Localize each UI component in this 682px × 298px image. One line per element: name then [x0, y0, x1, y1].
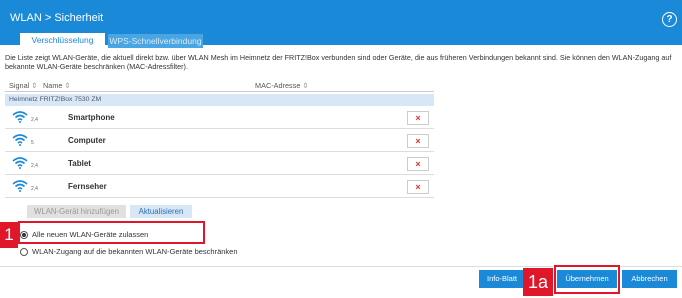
sort-icon: ⇕ — [64, 81, 71, 90]
device-name: Fernseher — [68, 182, 107, 191]
band-label: 2,4 — [31, 163, 38, 169]
table-row: 5 Computer × — [5, 129, 434, 152]
radio-label: WLAN-Zugang auf die bekannten WLAN-Gerät… — [32, 247, 238, 256]
sort-icon: ⇕ — [31, 81, 38, 90]
device-name: Tablet — [68, 159, 91, 168]
table-header: Signal ⇕ Name ⇕ MAC-Adresse ⇕ — [5, 79, 434, 92]
callout-badge: 1a — [523, 268, 553, 296]
radio-restrict[interactable]: WLAN-Zugang auf die bekannten WLAN-Gerät… — [20, 247, 238, 257]
device-name: Smartphone — [68, 113, 115, 122]
callout-badge: 1 — [0, 222, 18, 248]
add-device-button[interactable]: WLAN-Gerät hinzufügen — [27, 205, 126, 218]
delete-button[interactable]: × — [407, 157, 429, 171]
band-label: 2,4 — [31, 117, 38, 123]
cancel-button[interactable]: Abbrechen — [622, 270, 677, 288]
highlight-frame — [18, 221, 205, 244]
column-mac[interactable]: MAC-Adresse ⇕ — [255, 81, 309, 90]
device-table: Signal ⇕ Name ⇕ MAC-Adresse ⇕ Heimnetz F… — [5, 79, 434, 198]
radio-button[interactable] — [20, 248, 28, 257]
help-icon[interactable]: ? — [662, 12, 677, 27]
breadcrumb[interactable]: WLAN > Sicherheit — [10, 12, 103, 24]
delete-button[interactable]: × — [407, 134, 429, 148]
highlight-frame — [554, 265, 620, 294]
header-bar: WLAN > Sicherheit ? Verschlüsselung WPS-… — [0, 0, 682, 48]
info-sheet-button[interactable]: Info-Blatt — [479, 270, 525, 288]
device-name: Computer — [68, 136, 106, 145]
group-header: Heimnetz FRITZ!Box 7530 ZM — [5, 94, 434, 106]
column-mac-label: MAC-Adresse — [255, 81, 301, 90]
table-row: 2,4 Fernseher × — [5, 175, 434, 198]
table-row: 2,4 Smartphone × — [5, 106, 434, 129]
page-description: Die Liste zeigt WLAN-Geräte, die aktuell… — [5, 53, 672, 71]
column-signal-label: Signal — [9, 81, 30, 90]
tab-verschluesselung[interactable]: Verschlüsselung — [20, 33, 105, 48]
column-name-label: Name — [43, 81, 63, 90]
wifi-signal-icon — [12, 157, 28, 169]
band-label: 2,4 — [31, 186, 38, 192]
wifi-signal-icon — [12, 180, 28, 192]
delete-button[interactable]: × — [407, 111, 429, 125]
wifi-signal-icon — [12, 111, 28, 123]
refresh-button[interactable]: Aktualisieren — [130, 205, 192, 218]
column-signal[interactable]: Signal ⇕ — [9, 81, 37, 90]
table-row: 2,4 Tablet × — [5, 152, 434, 175]
wifi-signal-icon — [12, 134, 28, 146]
band-label: 5 — [31, 140, 34, 146]
delete-button[interactable]: × — [407, 180, 429, 194]
column-name[interactable]: Name ⇕ — [43, 81, 71, 90]
sort-icon: ⇕ — [302, 81, 309, 90]
tab-wps[interactable]: WPS-Schnellverbindung — [108, 34, 203, 48]
